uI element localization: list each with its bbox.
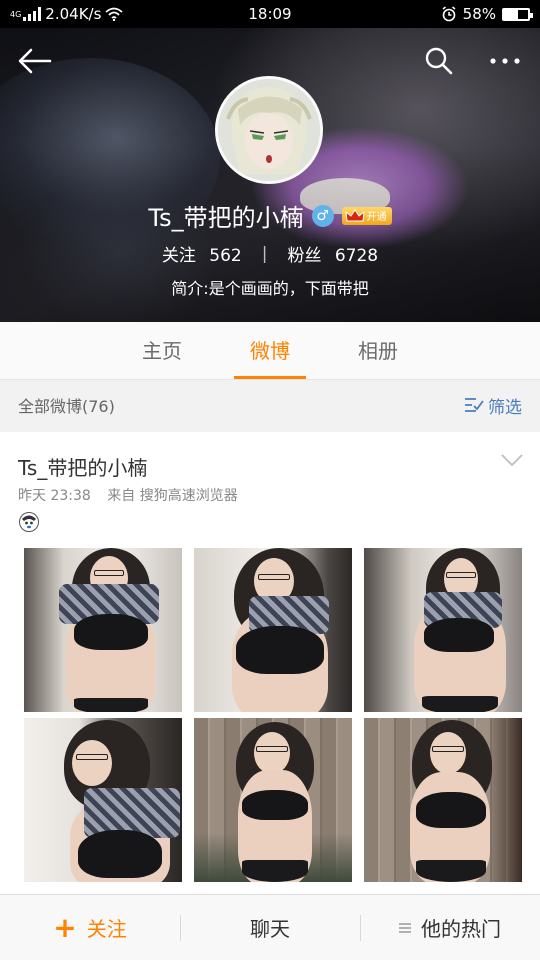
following-label: 关注 bbox=[161, 246, 196, 266]
following-stat[interactable]: 关注 562 bbox=[162, 241, 242, 266]
fans-label: 粉丝 bbox=[287, 246, 322, 266]
status-right: 58% bbox=[330, 5, 533, 23]
fans-count: 6728 bbox=[334, 246, 379, 266]
stats-row: 关注 562 | 粉丝 6728 bbox=[0, 241, 540, 267]
profile-tabs: 主页 微博 相册 bbox=[0, 322, 540, 380]
wifi-icon bbox=[105, 7, 123, 21]
post-photo-3[interactable] bbox=[364, 548, 522, 712]
post-photo-6[interactable] bbox=[364, 718, 522, 882]
bottom-action-bar: + 关注 聊天 他的热门 bbox=[0, 894, 540, 960]
following-count: 562 bbox=[209, 246, 242, 266]
post-author[interactable]: Ts_带把的小楠 bbox=[18, 452, 147, 481]
search-icon[interactable] bbox=[424, 46, 454, 76]
chat-button-label: 聊天 bbox=[250, 917, 290, 941]
filter-label: 筛选 bbox=[488, 397, 522, 418]
filter-bar: 全部微博(76) 筛选 bbox=[0, 381, 540, 429]
filter-icon bbox=[465, 398, 484, 412]
battery-percent: 58% bbox=[462, 5, 496, 23]
avatar-illustration bbox=[218, 79, 320, 181]
network-speed: 2.04K/s bbox=[45, 5, 102, 23]
plus-icon: + bbox=[53, 910, 77, 944]
post-meta: 昨天 23:38 来自 搜狗高速浏览器 bbox=[18, 485, 238, 505]
username: Ts_带把的小楠 bbox=[148, 204, 304, 232]
hot-posts-button[interactable]: 他的热门 bbox=[360, 895, 540, 960]
signal-icon bbox=[23, 7, 42, 21]
avatar[interactable] bbox=[215, 76, 323, 184]
post-photo-1[interactable] bbox=[24, 548, 182, 712]
bio: 简介:是个画画的，下面带把 bbox=[171, 279, 369, 298]
post-photo-5[interactable] bbox=[194, 718, 352, 882]
vip-badge[interactable]: 开通 bbox=[341, 206, 392, 225]
tab-album[interactable]: 相册 bbox=[324, 322, 432, 379]
network-type: 4G bbox=[10, 10, 22, 19]
name-row: Ts_带把的小楠 ♂ 开通 bbox=[0, 198, 540, 233]
crown-icon bbox=[344, 208, 365, 221]
emoji-icon bbox=[19, 512, 39, 532]
post-card[interactable]: Ts_带把的小楠 昨天 23:38 来自 搜狗高速浏览器 bbox=[0, 432, 540, 894]
filter-button[interactable]: 筛选 bbox=[464, 393, 522, 418]
battery-icon bbox=[502, 7, 533, 21]
post-time: 昨天 23:38 bbox=[18, 488, 91, 504]
battery-level bbox=[504, 9, 518, 19]
post-source: 来自 搜狗高速浏览器 bbox=[107, 488, 238, 504]
post-photo-4[interactable] bbox=[24, 718, 182, 882]
follow-button[interactable]: + 关注 bbox=[0, 895, 180, 960]
tab-weibo[interactable]: 微博 bbox=[216, 322, 324, 379]
status-time: 18:09 bbox=[248, 5, 292, 23]
alarm-icon bbox=[442, 6, 456, 22]
male-gender-icon: ♂ bbox=[311, 204, 334, 227]
photo-grid bbox=[24, 548, 522, 882]
tab-home[interactable]: 主页 bbox=[108, 322, 216, 379]
stats-divider: | bbox=[261, 243, 268, 264]
all-posts-count: 全部微博(76) bbox=[18, 397, 115, 416]
vip-label: 开通 bbox=[366, 212, 387, 223]
chevron-down-icon[interactable] bbox=[500, 452, 524, 468]
back-icon[interactable] bbox=[18, 48, 52, 74]
more-icon[interactable] bbox=[488, 48, 522, 74]
follow-button-label: 关注 bbox=[86, 917, 127, 941]
fans-stat[interactable]: 粉丝 6728 bbox=[287, 241, 378, 266]
profile-page: 4G 2.04K/s 18:09 58% Ts_带把的小楠 ♂ 开通 关注 56… bbox=[0, 0, 540, 960]
status-left: 4G 2.04K/s bbox=[10, 5, 210, 23]
hot-posts-label: 他的热门 bbox=[421, 917, 501, 941]
profile-header: Ts_带把的小楠 ♂ 开通 关注 562 | 粉丝 6728 简介:是个画画的，… bbox=[0, 28, 540, 322]
chat-button[interactable]: 聊天 bbox=[180, 895, 360, 960]
status-bar: 4G 2.04K/s 18:09 58% bbox=[0, 0, 540, 28]
menu-icon bbox=[399, 922, 411, 933]
post-photo-2[interactable] bbox=[194, 548, 352, 712]
